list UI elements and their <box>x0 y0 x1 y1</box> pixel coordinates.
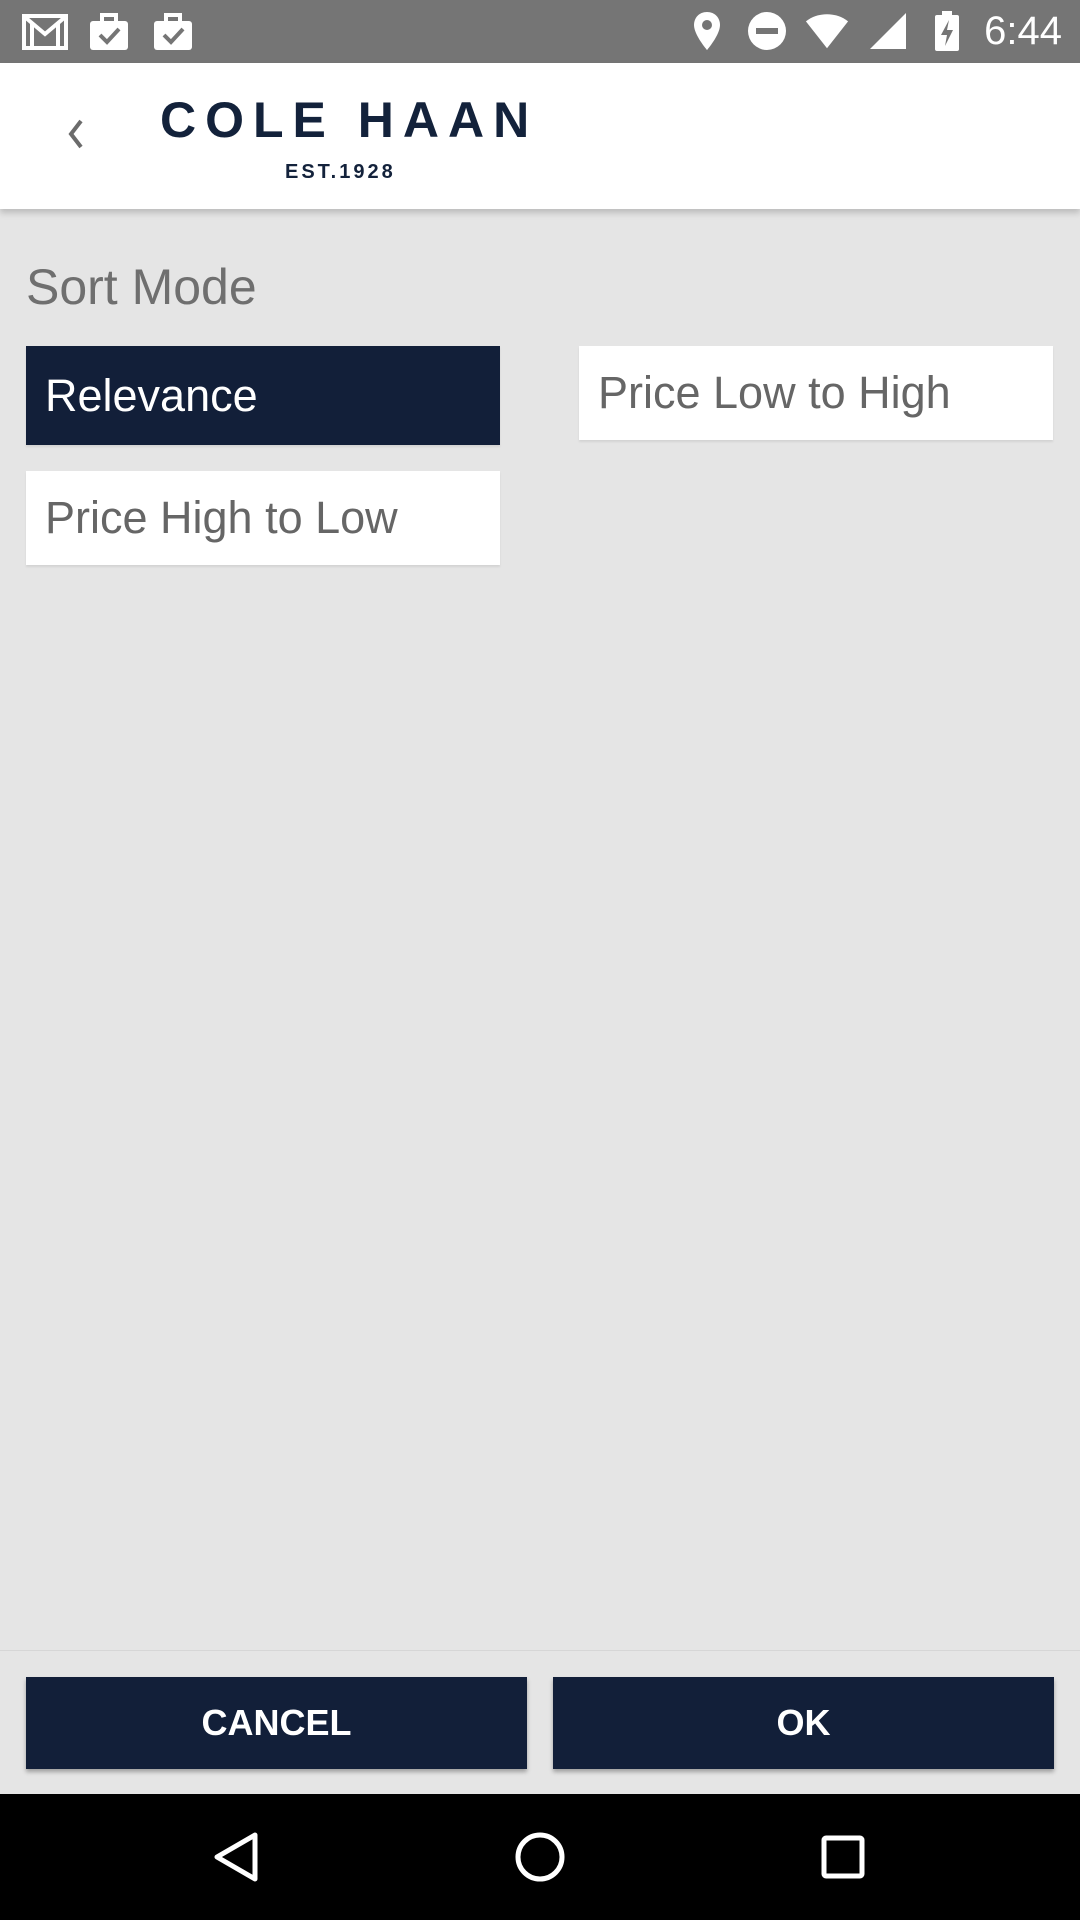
ok-button[interactable]: OK <box>553 1677 1054 1769</box>
sort-option-price-low-to-high[interactable]: Price Low to High <box>579 346 1053 440</box>
app-header: COLE HAAN EST.1928 <box>0 63 1080 209</box>
briefcase-check-icon <box>86 11 132 53</box>
gmail-icon <box>22 11 68 53</box>
nav-home-icon[interactable] <box>510 1827 570 1887</box>
sort-option-label: Relevance <box>45 369 258 421</box>
sort-option-relevance[interactable]: Relevance <box>26 346 500 445</box>
chevron-left-icon <box>65 117 85 156</box>
back-button[interactable] <box>50 111 100 161</box>
status-time: 6:44 <box>984 9 1062 53</box>
cancel-button[interactable]: CANCEL <box>26 1677 527 1769</box>
wifi-icon <box>804 10 850 52</box>
sort-option-label: Price Low to High <box>598 367 951 418</box>
nav-recents-icon[interactable] <box>813 1827 873 1887</box>
navigation-bar <box>0 1794 1080 1920</box>
briefcase-check-icon <box>150 11 196 53</box>
battery-charging-icon <box>924 10 970 52</box>
sort-option-price-high-to-low[interactable]: Price High to Low <box>26 471 500 565</box>
status-bar: 6:44 <box>0 0 1080 63</box>
nav-back-icon[interactable] <box>206 1827 266 1887</box>
location-icon <box>684 10 730 52</box>
sort-option-label: Price High to Low <box>45 492 398 543</box>
signal-icon <box>864 10 910 52</box>
sort-mode-title: Sort Mode <box>26 259 257 315</box>
do-not-disturb-icon <box>744 10 790 52</box>
logo-wordmark: COLE HAAN <box>160 92 539 148</box>
logo-tagline: EST.1928 <box>285 161 396 183</box>
brand-logo: COLE HAAN EST.1928 <box>160 83 540 193</box>
action-bar: CANCEL OK <box>0 1650 1080 1795</box>
